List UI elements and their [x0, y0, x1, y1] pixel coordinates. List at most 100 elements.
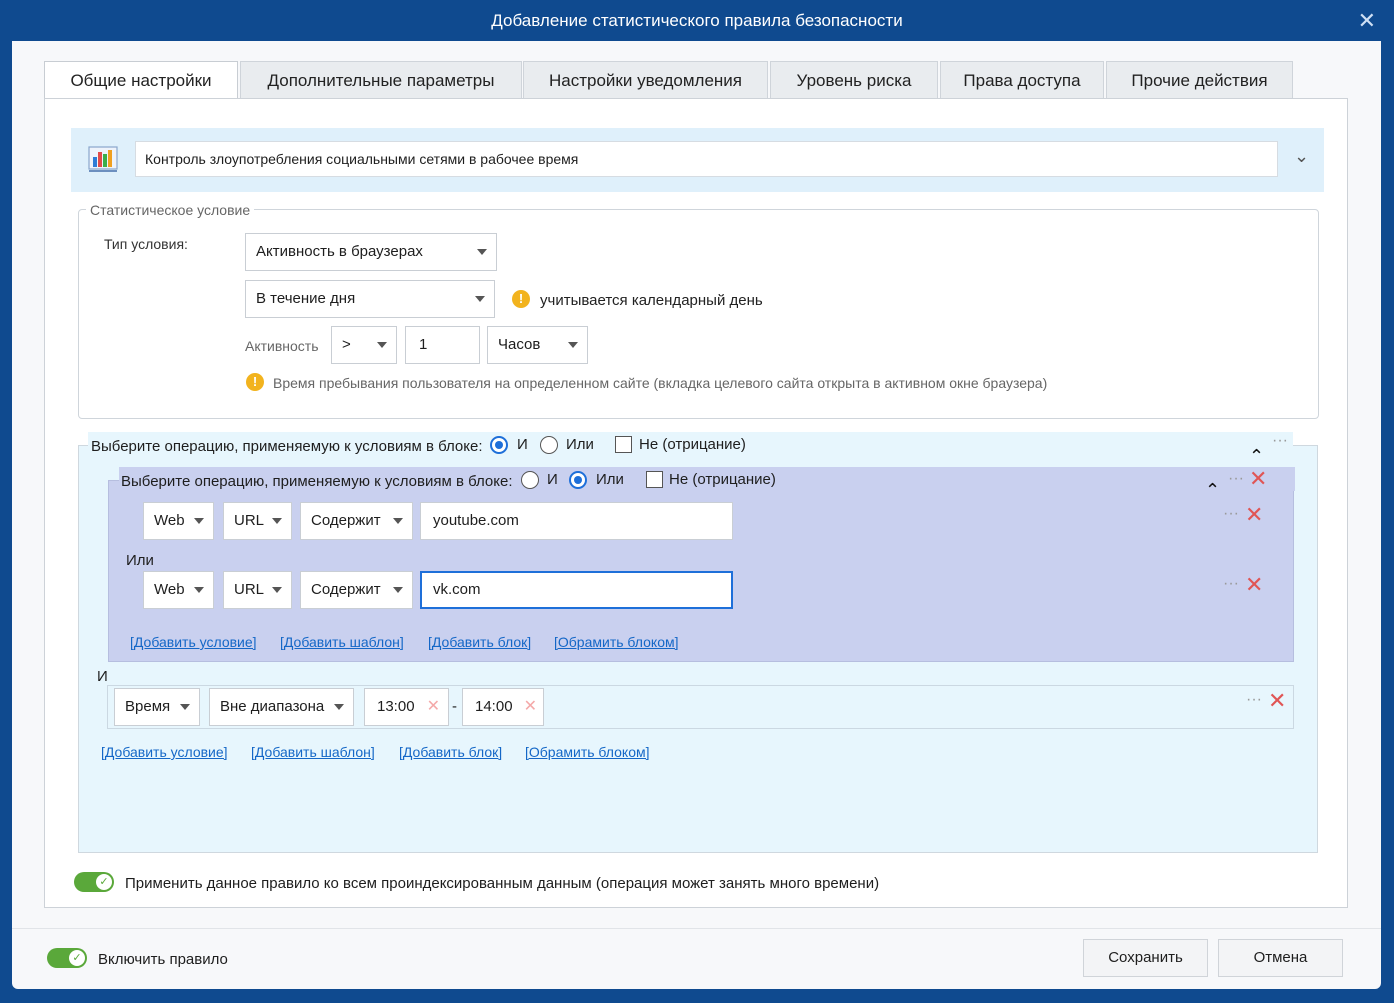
or-joiner-label: Или	[126, 552, 154, 569]
collapse-up-icon[interactable]: ⌃	[1205, 480, 1220, 501]
dropdown-arrow-icon	[568, 342, 578, 348]
dropdown-arrow-icon	[194, 587, 204, 593]
check-icon: ✓	[69, 950, 85, 966]
dropdown-arrow-icon	[393, 587, 403, 593]
add-template-link[interactable]: [Добавить шаблон]	[280, 634, 404, 650]
add-condition-link[interactable]: [Добавить условие]	[130, 634, 257, 650]
condition-field-select[interactable]: URL	[223, 571, 292, 609]
window-title: Добавление статистического правила безоп…	[491, 11, 903, 30]
outer-op-label: Выберите операцию, применяемую к условия…	[91, 438, 483, 455]
statistical-condition-legend: Статистическое условие	[86, 202, 255, 218]
bar-chart-icon	[88, 146, 118, 172]
time-from-input[interactable]: 13:00 ✕	[364, 688, 449, 726]
inner-and-label: И	[547, 471, 558, 488]
time-from-value: 13:00	[377, 698, 415, 715]
inner-not-checkbox[interactable]	[646, 471, 663, 488]
time-range-dash: -	[452, 698, 457, 715]
activity-operator-select[interactable]: >	[331, 326, 397, 364]
wrap-in-block-link[interactable]: [Обрамить блоком]	[525, 744, 650, 760]
dropdown-arrow-icon	[272, 587, 282, 593]
inner-and-radio[interactable]	[521, 471, 539, 489]
condition-value-input[interactable]: vk.com	[420, 571, 733, 609]
time-mode-select[interactable]: Вне диапазона	[209, 688, 354, 726]
period-select[interactable]: В течение дня	[245, 280, 495, 318]
condition-source-value: Web	[154, 512, 185, 529]
inner-not-label: Не (отрицание)	[669, 471, 776, 488]
apply-all-label: Применить данное правило ко всем проинде…	[125, 875, 880, 892]
dropdown-arrow-icon	[393, 518, 403, 524]
delete-block-icon[interactable]: ✕	[1249, 468, 1267, 490]
time-type-select[interactable]: Время	[114, 688, 200, 726]
activity-amount-input[interactable]: 1	[405, 326, 480, 364]
tab-notifications[interactable]: Настройки уведомления	[523, 61, 768, 99]
condition-field-value: URL	[234, 581, 265, 598]
clear-icon[interactable]: ✕	[427, 689, 440, 725]
activity-label: Активность	[245, 338, 319, 354]
apply-all-toggle[interactable]: ✓	[74, 872, 114, 892]
tab-advanced[interactable]: Дополнительные параметры	[240, 61, 522, 99]
more-options-icon[interactable]: ···	[1246, 691, 1262, 709]
condition-field-select[interactable]: URL	[223, 502, 292, 540]
period-hint: учитывается календарный день	[540, 292, 763, 309]
condition-source-select[interactable]: Web	[143, 502, 214, 540]
more-options-icon[interactable]: ···	[1228, 470, 1244, 488]
tab-bar: Общие настройки Дополнительные параметры…	[44, 61, 1294, 100]
delete-condition-icon[interactable]: ✕	[1268, 690, 1286, 712]
activity-operator-value: >	[342, 336, 351, 353]
more-options-icon[interactable]: ···	[1272, 432, 1288, 450]
collapse-up-icon[interactable]: ⌃	[1249, 446, 1264, 467]
time-type-value: Время	[125, 698, 171, 715]
condition-type-value: Активность в браузерах	[256, 243, 423, 260]
tab-other-actions[interactable]: Прочие действия	[1106, 61, 1293, 99]
wrap-in-block-link[interactable]: [Обрамить блоком]	[554, 634, 679, 650]
outer-not-checkbox[interactable]	[615, 436, 632, 453]
condition-operator-select[interactable]: Содержит	[300, 502, 413, 540]
check-icon: ✓	[96, 874, 112, 890]
dropdown-arrow-icon	[377, 342, 387, 348]
dropdown-arrow-icon	[477, 249, 487, 255]
time-mode-value: Вне диапазона	[220, 698, 325, 715]
delete-condition-icon[interactable]: ✕	[1245, 504, 1263, 526]
activity-unit-select[interactable]: Часов	[487, 326, 588, 364]
time-to-input[interactable]: 14:00 ✕	[462, 688, 544, 726]
condition-value-input[interactable]: youtube.com	[420, 502, 733, 540]
outer-or-label: Или	[566, 436, 594, 453]
outer-or-radio[interactable]	[540, 436, 558, 454]
inner-or-radio[interactable]	[569, 471, 587, 489]
save-button[interactable]: Сохранить	[1083, 939, 1208, 977]
condition-type-label: Тип условия:	[104, 236, 188, 252]
dropdown-arrow-icon	[475, 296, 485, 302]
outer-and-radio[interactable]	[490, 436, 508, 454]
delete-condition-icon[interactable]: ✕	[1245, 574, 1263, 596]
dropdown-arrow-icon	[180, 704, 190, 710]
title-bar: Добавление статистического правила безоп…	[0, 0, 1394, 41]
cancel-button[interactable]: Отмена	[1218, 939, 1343, 977]
outer-not-label: Не (отрицание)	[639, 436, 746, 453]
condition-operator-value: Содержит	[311, 581, 381, 598]
enable-rule-toggle[interactable]: ✓	[47, 948, 87, 968]
dropdown-arrow-icon	[272, 518, 282, 524]
tab-risk-level[interactable]: Уровень риска	[770, 61, 938, 99]
condition-source-select[interactable]: Web	[143, 571, 214, 609]
warning-icon: !	[512, 290, 530, 308]
condition-source-value: Web	[154, 581, 185, 598]
dropdown-arrow-icon	[334, 704, 344, 710]
tab-access-rights[interactable]: Права доступа	[940, 61, 1104, 99]
add-template-link[interactable]: [Добавить шаблон]	[251, 744, 375, 760]
add-block-link[interactable]: [Добавить блок]	[399, 744, 502, 760]
more-options-icon[interactable]: ···	[1223, 505, 1239, 523]
time-to-value: 14:00	[475, 698, 513, 715]
add-block-link[interactable]: [Добавить блок]	[428, 634, 531, 650]
add-condition-link[interactable]: [Добавить условие]	[101, 744, 228, 760]
inner-op-label: Выберите операцию, применяемую к условия…	[121, 473, 513, 490]
dropdown-arrow-icon	[194, 518, 204, 524]
condition-operator-select[interactable]: Содержит	[300, 571, 413, 609]
tab-general[interactable]: Общие настройки	[44, 61, 238, 100]
rule-name-input[interactable]: Контроль злоупотребления социальными сет…	[135, 141, 1278, 177]
condition-type-select[interactable]: Активность в браузерах	[245, 233, 497, 271]
more-options-icon[interactable]: ···	[1223, 575, 1239, 593]
clear-icon[interactable]: ✕	[524, 689, 537, 725]
chevron-down-icon[interactable]: ⌄	[1294, 146, 1309, 167]
close-icon[interactable]: ✕	[1358, 8, 1376, 34]
activity-unit-value: Часов	[498, 336, 541, 353]
